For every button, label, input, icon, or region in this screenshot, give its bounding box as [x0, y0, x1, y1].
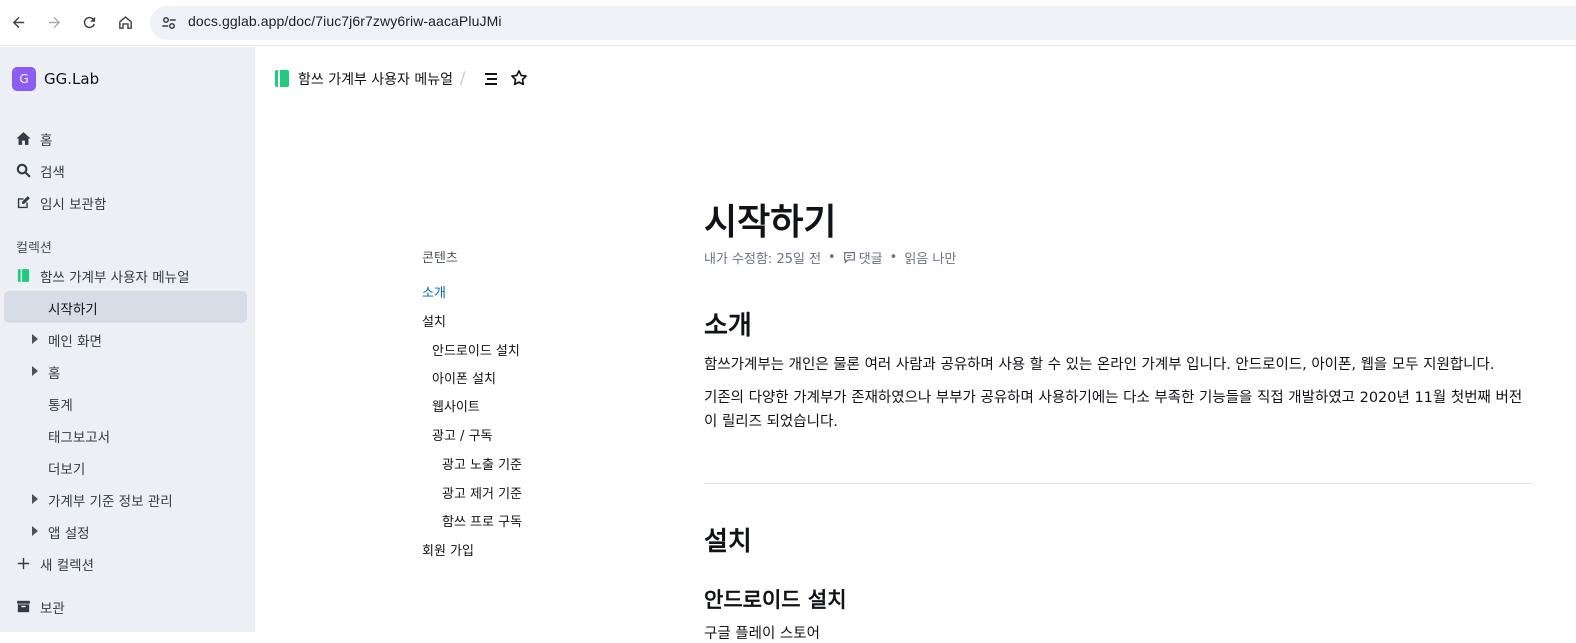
sidebar-item-drafts[interactable]: 임시 보관함	[4, 186, 247, 218]
heading-install: 설치	[704, 527, 752, 557]
site-settings-icon[interactable]	[160, 14, 178, 32]
toc-item[interactable]: 광고 / 구독	[432, 425, 493, 444]
archive-label: 보관	[40, 601, 65, 617]
sidebar-doc-app-settings[interactable]: 앱 설정	[4, 515, 247, 547]
sidebar-doc-label: 태그보고서	[48, 430, 111, 446]
sidebar-item-search[interactable]: 검색	[4, 154, 247, 186]
forward-button[interactable]	[40, 8, 68, 36]
sidebar-doc-label: 더보기	[48, 462, 86, 478]
new-collection-label: 새 컬렉션	[40, 558, 94, 574]
sidebar-item-archive[interactable]: 보관	[4, 590, 247, 622]
document-header: 함쓰 가계부 사용자 메뉴얼 /	[255, 47, 1576, 109]
sidebar-doc-tag-report[interactable]: 태그보고서	[4, 419, 247, 451]
expand-caret-icon[interactable]	[32, 366, 38, 376]
star-icon[interactable]	[509, 68, 529, 88]
sidebar-doc-label: 통계	[48, 398, 73, 414]
sidebar-doc-label: 가계부 기준 정보 관리	[48, 494, 173, 510]
search-icon	[16, 163, 31, 178]
sidebar-doc-ledger-settings[interactable]: 가계부 기준 정보 관리	[4, 483, 247, 515]
sidebar-doc-main-screen[interactable]: 메인 화면	[4, 323, 247, 355]
expand-caret-icon[interactable]	[32, 494, 38, 504]
breadcrumb-separator: /	[460, 68, 466, 87]
document-meta: 내가 수정함: 25일 전 • 댓글 • 읽음 나만	[704, 248, 956, 267]
sidebar-item-label: 홈	[40, 133, 53, 149]
sidebar-doc-more[interactable]: 더보기	[4, 451, 247, 483]
edit-icon	[17, 196, 30, 209]
collection-book-icon	[17, 269, 30, 282]
toc-item[interactable]: 설치	[422, 311, 446, 330]
url-text[interactable]: docs.gglab.app/doc/7iuc7j6r7zwy6riw-aaca…	[188, 13, 502, 29]
sidebar-item-label: 검색	[40, 165, 65, 181]
home-button[interactable]	[111, 8, 139, 36]
expand-caret-icon[interactable]	[32, 334, 38, 344]
heading-intro: 소개	[704, 311, 752, 341]
sidebar-doc-statistics[interactable]: 통계	[4, 387, 247, 419]
sidebar-doc-home[interactable]: 홈	[4, 355, 247, 387]
toc-item[interactable]: 아이폰 설치	[432, 368, 496, 387]
plus-icon	[17, 557, 30, 570]
toc-item[interactable]: 회원 가입	[422, 540, 474, 559]
collection-book-icon	[275, 70, 289, 87]
sidebar-doc-label: 시작하기	[48, 302, 98, 318]
arrow-left-icon	[12, 16, 24, 28]
paragraph: 함쓰가계부는 개인은 물론 여러 사람과 공유하며 사용 할 수 있는 온라인 …	[704, 357, 1495, 373]
browser-toolbar: docs.gglab.app/doc/7iuc7j6r7zwy6riw-aaca…	[0, 0, 1576, 46]
collection-label: 함쓰 가계부 사용자 메뉴얼	[40, 270, 190, 286]
paragraph: 구글 플레이 스토어	[704, 626, 820, 642]
comment-icon	[843, 252, 855, 264]
archive-icon	[17, 600, 30, 613]
workspace-name: GG.Lab	[44, 70, 100, 88]
meta-dot: •	[889, 250, 898, 265]
back-button[interactable]	[4, 8, 32, 36]
meta-dot: •	[828, 250, 836, 265]
home-icon	[16, 132, 31, 145]
workspace-logo: G	[12, 67, 36, 91]
sidebar-doc-label: 홈	[48, 366, 61, 382]
toc-item[interactable]: 웹사이트	[432, 396, 480, 415]
toc-item[interactable]: 함쓰 프로 구독	[442, 511, 522, 530]
toc-item[interactable]: 소개	[422, 282, 446, 301]
workspace-switcher[interactable]: G GG.Lab	[12, 67, 99, 91]
meta-edited[interactable]: 내가 수정함: 25일 전	[704, 248, 821, 267]
sidebar-item-home[interactable]: 홈	[4, 122, 247, 154]
breadcrumb-collection[interactable]: 함쓰 가계부 사용자 메뉴얼	[298, 69, 453, 89]
sidebar-collection[interactable]: 함쓰 가계부 사용자 메뉴얼	[4, 259, 247, 291]
sidebar-doc-label: 메인 화면	[48, 334, 102, 350]
sidebar-doc-label: 앱 설정	[48, 526, 90, 542]
meta-comments[interactable]: 댓글	[859, 248, 883, 267]
reload-icon	[83, 16, 95, 28]
meta-readers[interactable]: 읽음 나만	[904, 248, 956, 267]
table-of-contents-icon[interactable]	[481, 69, 501, 89]
toc-item[interactable]: 안드로이드 설치	[432, 340, 520, 359]
paragraph: 기존의 다양한 가계부가 존재하였으나 부부가 공유하며 사용하기에는 다소 부…	[704, 390, 1523, 430]
document-title[interactable]: 시작하기	[704, 193, 836, 245]
address-bar[interactable]: docs.gglab.app/doc/7iuc7j6r7zwy6riw-aaca…	[150, 6, 1576, 40]
divider	[704, 483, 1532, 484]
collections-heading: 컬렉션	[16, 241, 52, 256]
toc-title: 콘텐츠	[422, 251, 458, 266]
heading-android-install: 안드로이드 설치	[704, 588, 847, 612]
reload-button[interactable]	[75, 8, 103, 36]
arrow-right-icon	[48, 16, 60, 28]
sidebar-item-label: 임시 보관함	[40, 197, 107, 213]
sidebar: G GG.Lab 홈 검색 임시 보관함 컬렉션 함쓰 가계부 사용자 메뉴얼 …	[0, 47, 255, 632]
home-outline-icon	[118, 15, 132, 29]
new-collection-button[interactable]: 새 컬렉션	[4, 547, 247, 579]
expand-caret-icon[interactable]	[32, 526, 38, 536]
sidebar-doc-getting-started[interactable]: 시작하기	[4, 291, 247, 323]
toc-item[interactable]: 광고 제거 기준	[442, 483, 522, 502]
toc-item[interactable]: 광고 노출 기준	[442, 454, 522, 473]
